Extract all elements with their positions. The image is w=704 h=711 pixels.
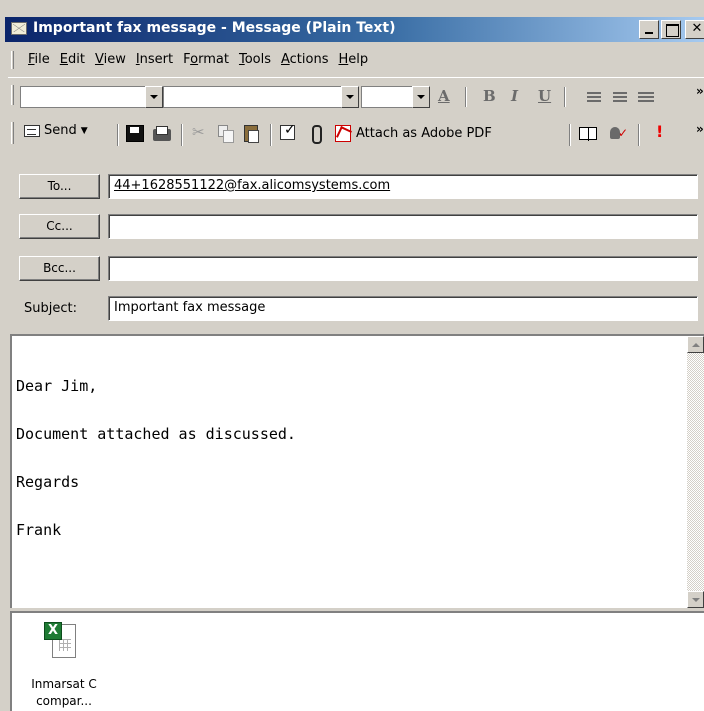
toolbar-separator xyxy=(117,124,119,146)
send-envelope-icon xyxy=(24,124,40,137)
attach-as-adobe-pdf-button[interactable]: Attach as Adobe PDF xyxy=(356,126,492,141)
minimize-button[interactable] xyxy=(639,20,659,39)
attachment-name[interactable]: Inmarsat C compar... xyxy=(16,676,112,710)
font-color-button[interactable]: A xyxy=(438,87,450,105)
copy-icon[interactable] xyxy=(218,125,234,143)
menu-item-help[interactable]: Help xyxy=(338,52,368,67)
cut-icon[interactable] xyxy=(191,123,209,142)
style-dropdown[interactable] xyxy=(20,86,163,108)
menu-items: File Edit View Insert Format Tools Actions Help xyxy=(28,52,368,67)
bcc-button[interactable]: Bcc... xyxy=(19,256,100,281)
bold-button[interactable]: B xyxy=(483,87,496,105)
cc-button[interactable]: Cc... xyxy=(19,214,100,239)
save-icon[interactable] xyxy=(126,125,144,142)
excel-icon: X xyxy=(44,622,62,640)
toolbar-separator xyxy=(465,87,467,107)
menu-item-format[interactable]: Format xyxy=(183,52,229,67)
paste-icon[interactable] xyxy=(244,125,259,143)
toolbar-options-chevron-icon[interactable]: » xyxy=(696,122,704,136)
check-names-icon[interactable] xyxy=(280,122,296,140)
attachment-name-line2: compar... xyxy=(36,694,92,708)
toolbar-grip[interactable] xyxy=(11,122,14,144)
scroll-down-icon[interactable] xyxy=(687,591,704,608)
toolbar-separator xyxy=(564,87,566,107)
scroll-up-icon[interactable] xyxy=(687,336,704,353)
chevron-down-icon[interactable] xyxy=(145,86,163,108)
toolbar-separator xyxy=(181,124,183,146)
body-line: Document attached as discussed. xyxy=(16,425,296,443)
to-field[interactable]: 44+1628551122@fax.alicomsystems.com xyxy=(108,174,698,199)
body-line: Regards xyxy=(16,473,80,491)
vertical-scrollbar[interactable] xyxy=(687,336,704,608)
send-label: Send xyxy=(44,123,77,138)
font-dropdown[interactable] xyxy=(163,86,359,108)
align-center-icon[interactable] xyxy=(613,92,627,104)
underline-button[interactable]: U xyxy=(538,87,551,105)
bullets-icon[interactable] xyxy=(638,92,654,104)
toolbar-separator xyxy=(569,124,571,146)
menu-bar: File Edit View Insert Format Tools Actions Help xyxy=(8,48,704,72)
menu-item-file[interactable]: File xyxy=(28,52,50,67)
attachment-pane: X Inmarsat C compar... xyxy=(10,611,704,711)
menu-item-view[interactable]: View xyxy=(95,52,126,67)
menu-item-actions[interactable]: Actions xyxy=(281,52,329,67)
chevron-down-icon[interactable]: ▼ xyxy=(81,126,88,136)
message-body-text[interactable]: Dear Jim, Document attached as discussed.… xyxy=(16,362,296,554)
standard-toolbar: Send ▼ Attach as Adobe PDF ! » xyxy=(8,114,704,152)
toolbar-grip[interactable] xyxy=(11,51,14,69)
print-icon[interactable] xyxy=(153,126,171,141)
toolbar-grip[interactable] xyxy=(11,85,14,105)
italic-button[interactable]: I xyxy=(511,87,518,105)
font-size-dropdown[interactable] xyxy=(361,86,430,108)
body-line: Dear Jim, xyxy=(16,377,98,395)
subject-field[interactable]: Important fax message xyxy=(108,296,698,321)
maximize-button[interactable] xyxy=(661,20,681,39)
to-address[interactable]: 44+1628551122@fax.alicomsystems.com xyxy=(114,178,390,193)
message-body[interactable]: Dear Jim, Document attached as discussed.… xyxy=(10,334,704,608)
menu-item-insert[interactable]: Insert xyxy=(136,52,173,67)
toolbar-separator xyxy=(638,124,640,146)
to-button[interactable]: To... xyxy=(19,174,100,199)
address-book-icon[interactable] xyxy=(579,127,597,141)
toolbar-options-chevron-icon[interactable]: » xyxy=(696,84,704,98)
cc-field[interactable] xyxy=(108,214,698,239)
chevron-down-icon[interactable] xyxy=(341,86,359,108)
title-bar[interactable]: Important fax message - Message (Plain T… xyxy=(5,17,704,42)
mail-envelope-icon xyxy=(11,22,27,35)
outlook-message-window: Important fax message - Message (Plain T… xyxy=(0,0,704,711)
cc-button-label: Cc... xyxy=(46,219,73,233)
toolbar-separator xyxy=(270,124,272,146)
bcc-field[interactable] xyxy=(108,256,698,281)
to-button-label: To... xyxy=(47,179,72,193)
formatting-toolbar: A B I U » xyxy=(8,77,704,109)
chevron-down-icon[interactable] xyxy=(412,86,430,108)
subject-label: Subject: xyxy=(24,301,77,316)
align-left-icon[interactable] xyxy=(587,92,601,104)
menu-item-edit[interactable]: Edit xyxy=(60,52,85,67)
menu-item-tools[interactable]: Tools xyxy=(239,52,271,67)
attachment-name-line1: Inmarsat C xyxy=(31,677,97,691)
attachment-item[interactable]: X xyxy=(44,622,78,662)
send-button[interactable]: Send ▼ xyxy=(24,123,88,138)
paperclip-icon[interactable] xyxy=(308,125,326,144)
close-button[interactable]: ✕ xyxy=(685,20,704,39)
window-title: Important fax message - Message (Plain T… xyxy=(33,20,396,36)
check-names-people-icon[interactable] xyxy=(608,125,628,142)
adobe-pdf-icon[interactable] xyxy=(335,125,351,142)
body-line: Frank xyxy=(16,521,62,539)
bcc-button-label: Bcc... xyxy=(43,261,76,275)
importance-high-icon[interactable]: ! xyxy=(656,122,674,141)
